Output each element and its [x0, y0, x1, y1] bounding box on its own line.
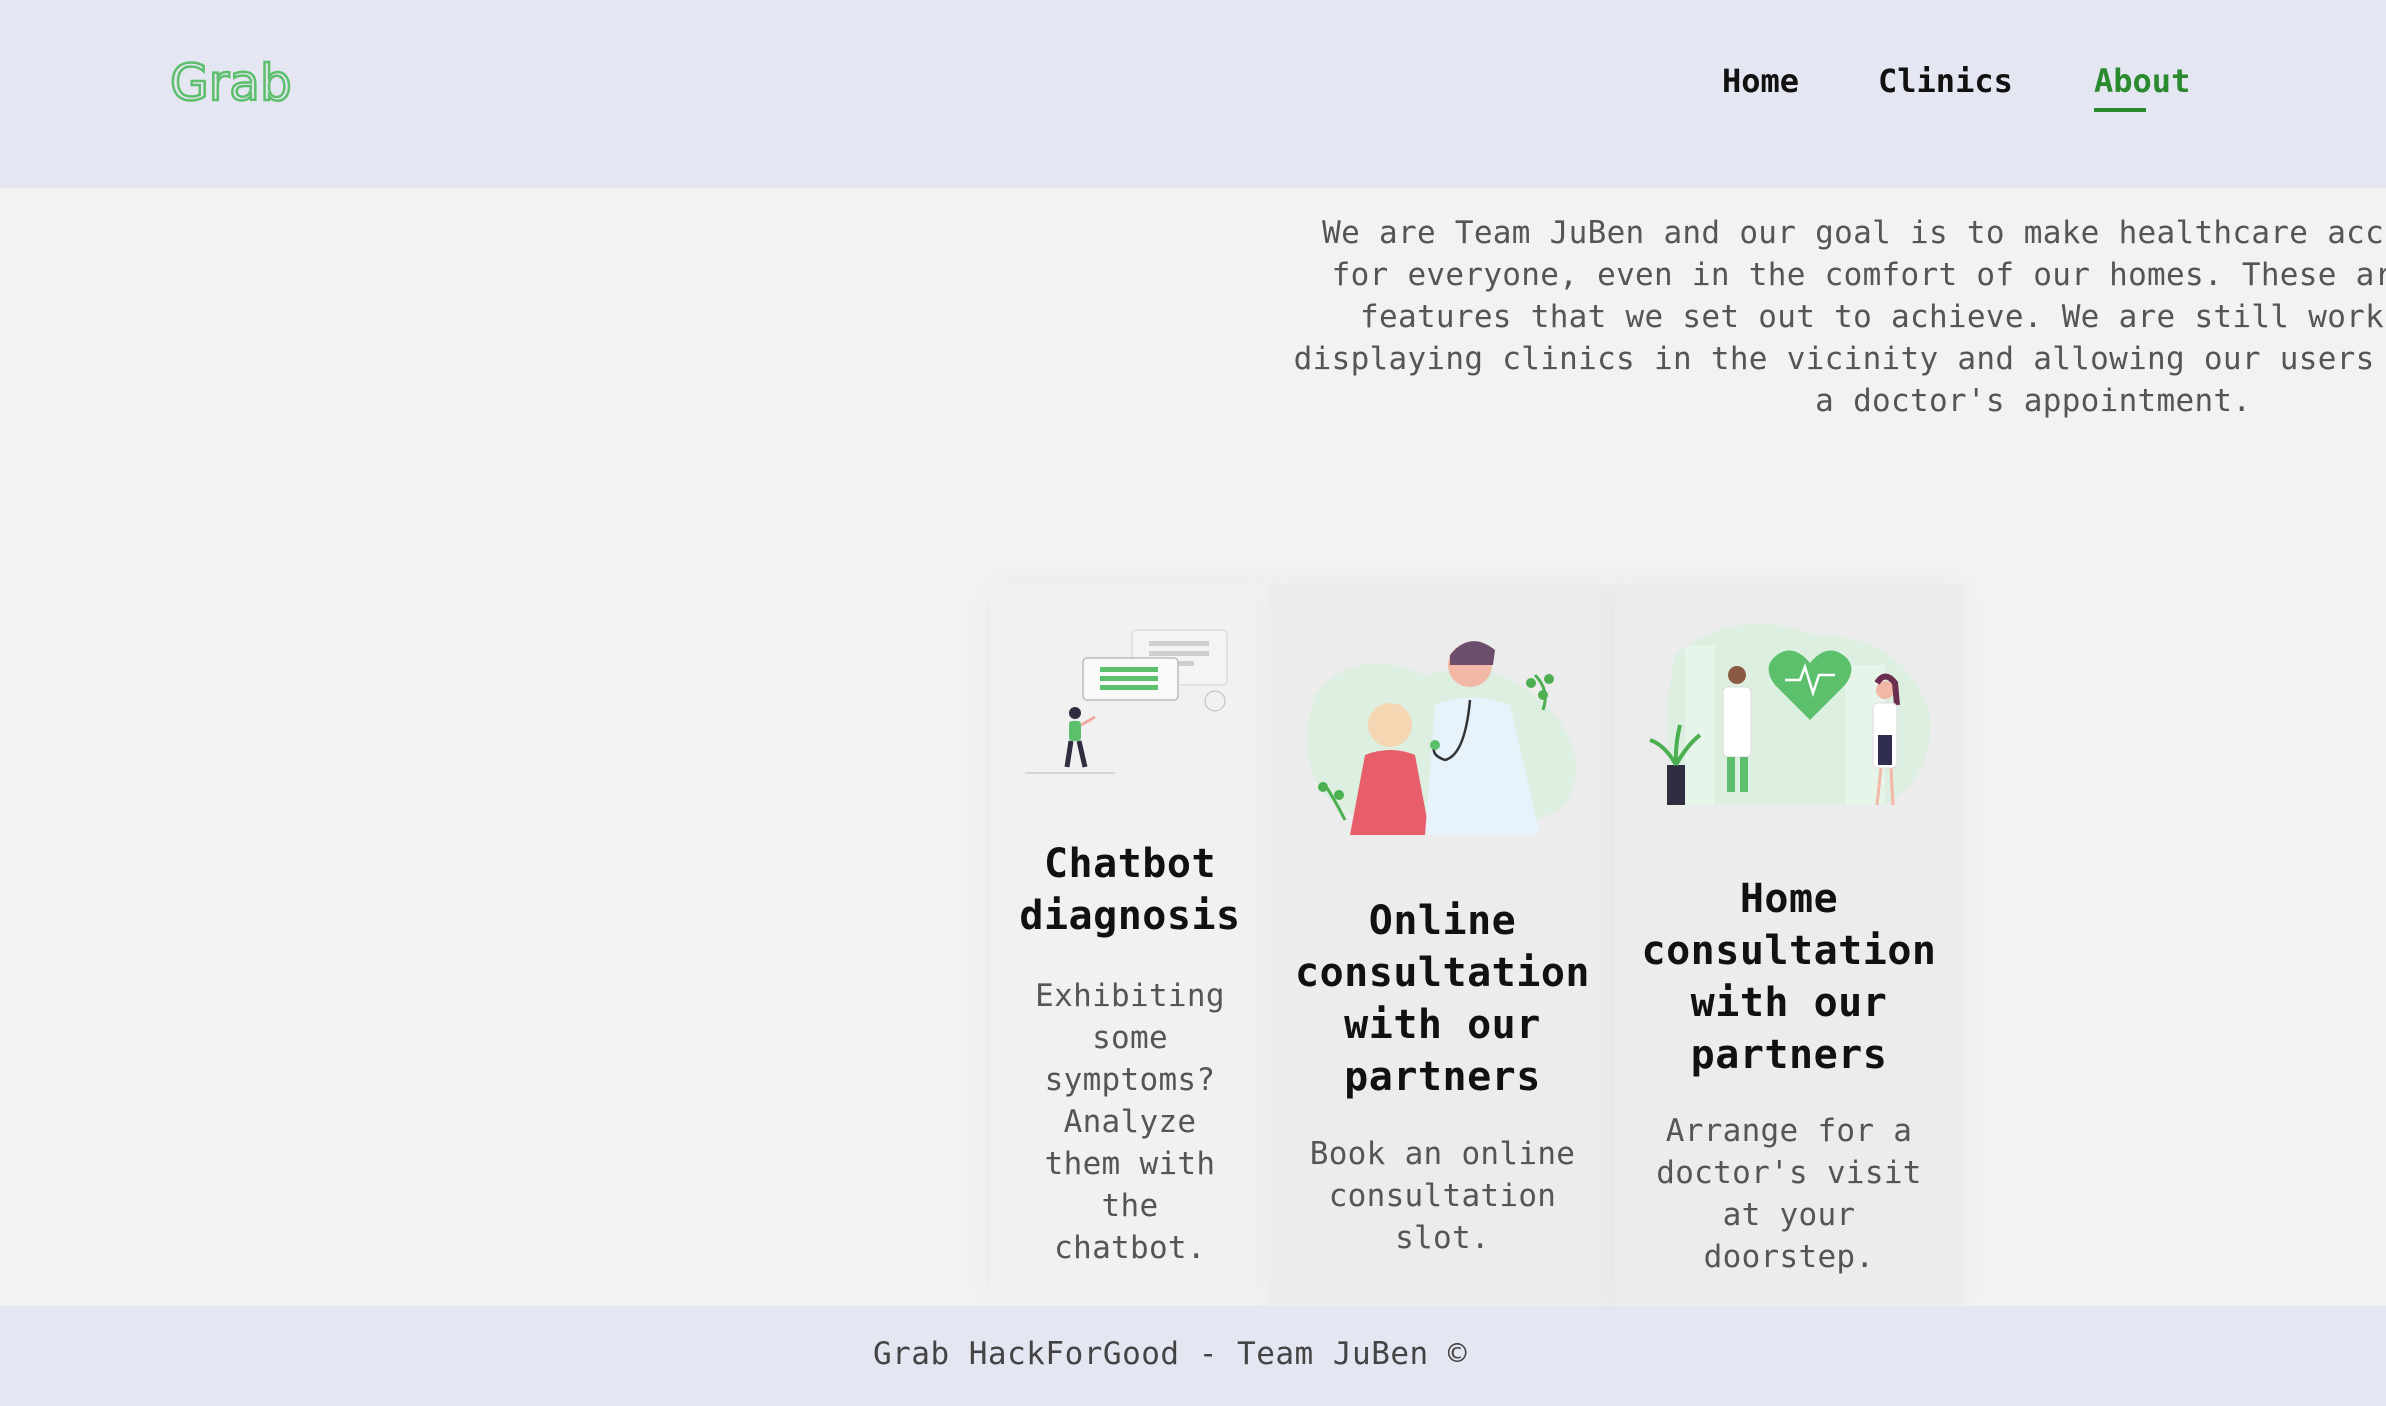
nav-home-link[interactable]: Home	[1722, 62, 1799, 112]
footer-text: Grab HackForGood - Team JuBen ©	[872, 1336, 1468, 1372]
feature-card-online-consultation[interactable]: Online consultation with our partners Bo…	[1270, 585, 1615, 1305]
nav-about-link[interactable]: About	[2094, 62, 2190, 112]
chatbot-illustration	[1025, 629, 1228, 774]
grab-logo[interactable]: Grab	[168, 54, 298, 108]
online-consultation-illustration	[1307, 641, 1577, 835]
card-title: Online consultation with our partners	[1295, 898, 1590, 1100]
feature-card-home-consultation[interactable]: Home consultation with our partners Arra…	[1615, 585, 1963, 1305]
intro-section: We are Team JuBen and our goal is to mak…	[1280, 200, 2386, 440]
card-description: Arrange for a doctor's visit at your doo…	[1656, 1113, 1922, 1275]
grab-logo-text: Grab	[170, 54, 292, 108]
card-title: Chatbot diagnosis	[1019, 841, 1241, 939]
feature-card-chatbot[interactable]: Chatbot diagnosis Exhibiting some sympto…	[990, 585, 1270, 1305]
card-description: Exhibiting some symptoms? Analyze them w…	[1035, 978, 1225, 1266]
intro-paragraph: We are Team JuBen and our goal is to mak…	[1293, 215, 2386, 419]
card-title: Home consultation with our partners	[1641, 876, 1937, 1078]
site-header: Grab Home Clinics About	[0, 0, 2386, 188]
card-description: Book an online consultation slot.	[1309, 1136, 1576, 1256]
nav-active-indicator	[2094, 108, 2146, 112]
home-consultation-illustration	[1649, 623, 1931, 806]
nav-clinics-link[interactable]: Clinics	[1878, 62, 2013, 112]
site-footer: Grab HackForGood - Team JuBen ©	[0, 1306, 2386, 1406]
